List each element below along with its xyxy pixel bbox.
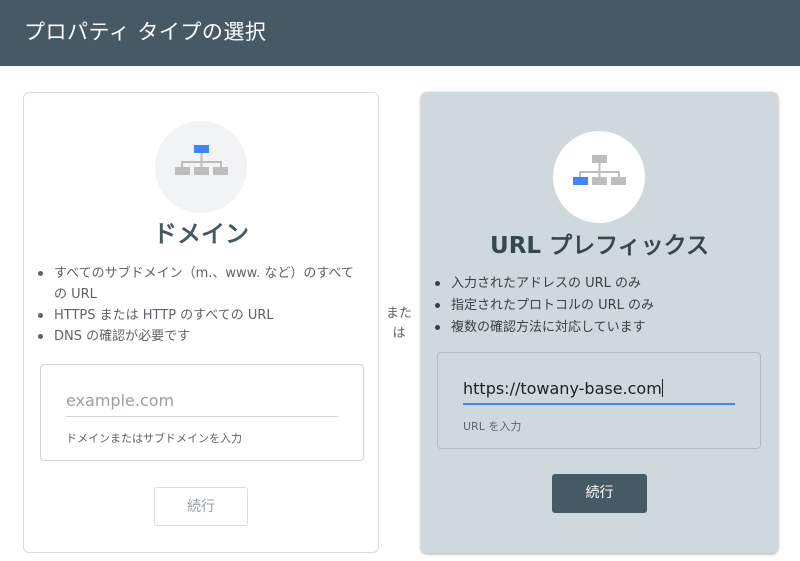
list-item: 複数の確認方法に対応しています bbox=[433, 317, 763, 339]
url-icon-circle bbox=[553, 131, 645, 223]
sitemap-icon bbox=[573, 155, 626, 185]
domain-input-helper: ドメインまたはサブドメインを入力 bbox=[66, 432, 242, 445]
list-item: DNS の確認が必要です bbox=[36, 326, 366, 347]
app-header: プロパティ タイプの選択 bbox=[0, 0, 800, 66]
domain-continue-button[interactable]: 続行 bbox=[154, 487, 248, 526]
domain-icon-circle bbox=[155, 121, 247, 213]
list-item: 指定されたプロトコルの URL のみ bbox=[433, 295, 763, 317]
domain-feature-list: すべてのサブドメイン（m.、www. など）のすべての URL HTTPS また… bbox=[36, 263, 366, 347]
list-item: HTTPS または HTTP のすべての URL bbox=[36, 305, 366, 326]
domain-property-card[interactable]: ドメイン すべてのサブドメイン（m.、www. など）のすべての URL HTT… bbox=[23, 92, 379, 553]
url-input-box: https://towany-base.com URL を入力 bbox=[437, 352, 761, 449]
sitemap-icon bbox=[175, 145, 228, 175]
url-card-title: URL プレフィックス bbox=[490, 233, 709, 259]
url-feature-list: 入力されたアドレスの URL のみ 指定されたプロトコルの URL のみ 複数の… bbox=[433, 273, 763, 339]
url-input-helper: URL を入力 bbox=[463, 420, 522, 433]
page-title: プロパティ タイプの選択 bbox=[24, 20, 267, 44]
domain-input[interactable]: example.com bbox=[66, 391, 338, 417]
list-item: 入力されたアドレスの URL のみ bbox=[433, 273, 763, 295]
text-caret bbox=[661, 379, 663, 397]
or-separator-line1: また bbox=[386, 306, 413, 321]
domain-input-box: example.com ドメインまたはサブドメインを入力 bbox=[40, 364, 364, 461]
domain-card-title: ドメイン bbox=[153, 220, 249, 248]
url-input[interactable]: https://towany-base.com bbox=[463, 379, 735, 405]
url-prefix-property-card[interactable]: URL プレフィックス 入力されたアドレスの URL のみ 指定されたプロトコル… bbox=[421, 92, 778, 553]
url-input-value: https://towany-base.com bbox=[463, 379, 662, 398]
or-separator-line2: は bbox=[392, 326, 406, 341]
list-item: すべてのサブドメイン（m.、www. など）のすべての URL bbox=[36, 263, 366, 305]
or-separator: また は bbox=[386, 304, 412, 344]
url-continue-button[interactable]: 続行 bbox=[552, 474, 647, 513]
